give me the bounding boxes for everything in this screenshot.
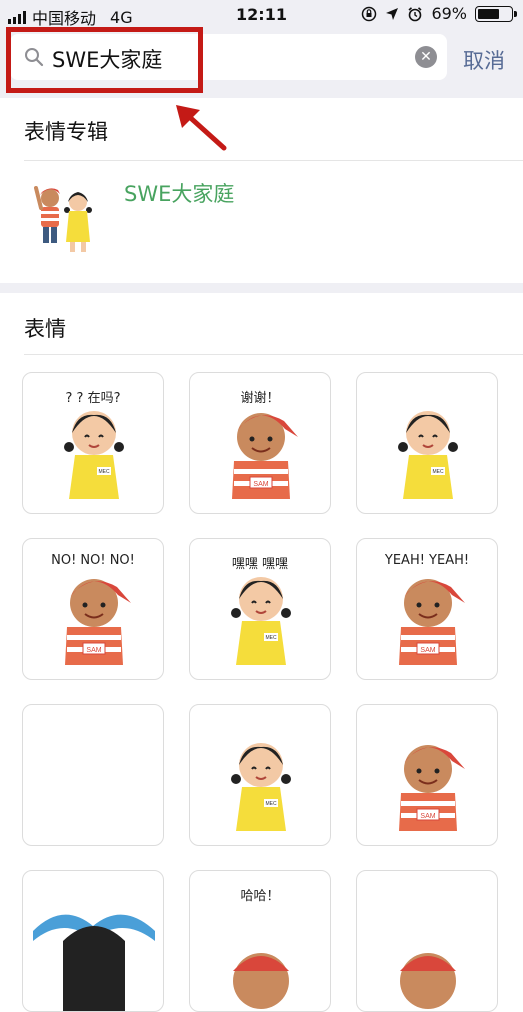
- sticker-caption: 哈哈！: [240, 889, 280, 904]
- sticker-cell[interactable]: 哈哈！: [189, 870, 331, 1012]
- sticker-cell[interactable]: SAM NO! NO! NO!: [22, 538, 164, 680]
- sticker-cell[interactable]: [22, 870, 164, 1012]
- album-section-title: 表情专辑: [24, 120, 108, 144]
- svg-text:SAM: SAM: [86, 647, 101, 654]
- sticker-caption: YEAH! YEAH!: [384, 553, 470, 568]
- album-thumbnail[interactable]: [24, 180, 104, 260]
- sticker-mec-image: MEC: [398, 411, 458, 499]
- section-separator: [0, 283, 523, 293]
- sticker-cell[interactable]: SAM YEAH! YEAH!: [356, 538, 498, 680]
- sticker-sam-image: SAM: [399, 745, 465, 831]
- location-icon: [386, 7, 399, 20]
- svg-text:SAM: SAM: [420, 813, 435, 820]
- sticker-partial-image: [400, 953, 456, 1009]
- sticker-cell[interactable]: MEC 嘿嘿 嘿嘿: [189, 538, 331, 680]
- red-arrow-icon: [176, 105, 227, 151]
- sticker-section-title: 表情: [24, 317, 66, 341]
- sticker-cell[interactable]: MEC: [356, 372, 498, 514]
- sticker-blank-image: [23, 705, 164, 846]
- sticker-caption: 谢谢！: [240, 391, 280, 406]
- sticker-cell[interactable]: MEC: [189, 704, 331, 846]
- alarm-icon: [408, 6, 422, 21]
- sticker-caption: NO! NO! NO!: [51, 553, 135, 568]
- album-divider: [24, 160, 523, 161]
- sticker-cell[interactable]: MEC ? ? 在吗?: [22, 372, 164, 514]
- sticker-cell[interactable]: SAM: [356, 704, 498, 846]
- svg-text:SAM: SAM: [253, 481, 268, 488]
- battery-percent: 69%: [431, 4, 467, 23]
- svg-text:MEC: MEC: [265, 635, 277, 641]
- svg-text:MEC: MEC: [432, 469, 444, 475]
- sticker-divider: [24, 354, 523, 355]
- status-bar: 中国移动 4G 12:11 69%: [0, 0, 523, 28]
- svg-text:MEC: MEC: [265, 801, 277, 807]
- status-right: 69%: [361, 4, 517, 23]
- battery-icon: [475, 5, 517, 22]
- orientation-lock-icon: [362, 6, 377, 21]
- sticker-caption: ? ? 在吗?: [65, 391, 121, 406]
- album-name-link[interactable]: SWE大家庭: [124, 178, 234, 208]
- clear-icon[interactable]: ✕: [415, 46, 437, 68]
- sticker-cell[interactable]: [22, 704, 164, 846]
- svg-text:MEC: MEC: [98, 469, 110, 475]
- battery-fill: [478, 8, 500, 19]
- sticker-cell[interactable]: [356, 870, 498, 1012]
- sticker-caption: 嘿嘿 嘿嘿: [231, 557, 289, 572]
- sticker-partial-image: [33, 914, 155, 1011]
- sticker-mec-image: MEC: [231, 743, 291, 831]
- annotation-highlight-box: [6, 27, 203, 93]
- cancel-button[interactable]: 取消: [463, 45, 505, 75]
- sticker-cell[interactable]: SAM 谢谢！: [189, 372, 331, 514]
- svg-text:SAM: SAM: [420, 647, 435, 654]
